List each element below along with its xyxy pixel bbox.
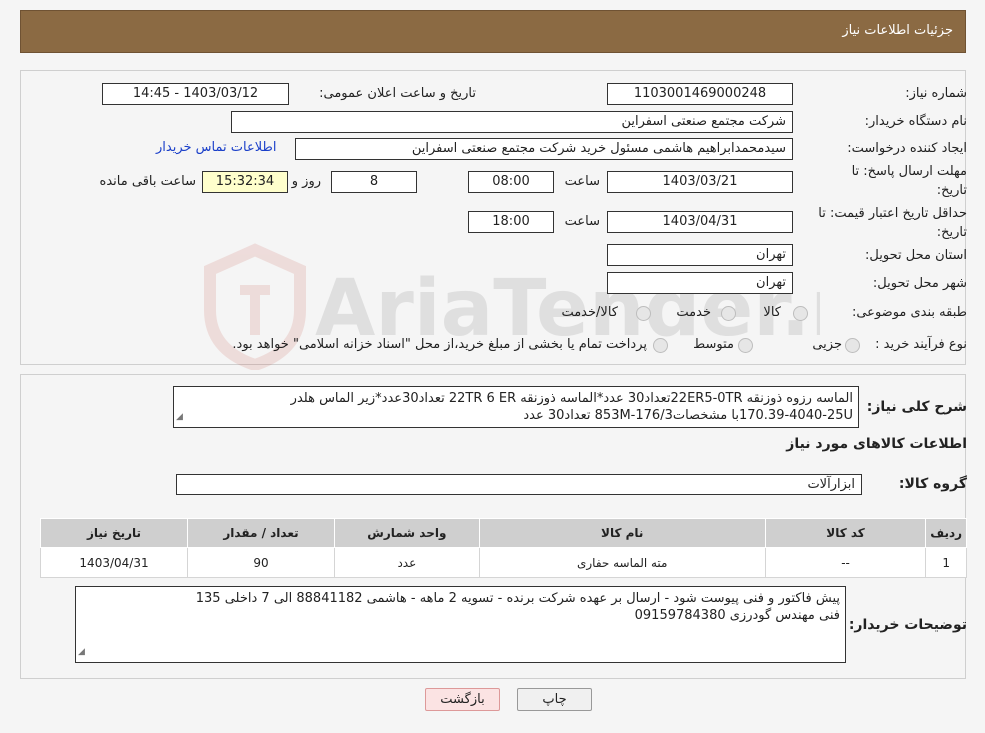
buyer-org-field[interactable]: شرکت مجتمع صنعتی اسفراین	[231, 111, 793, 133]
category-option-goods: کالا	[763, 305, 781, 320]
buyer-notes-label: توضیحات خریدار:	[848, 617, 967, 633]
province-label: استان محل تحویل:	[865, 248, 967, 263]
need-number-label: شماره نیاز:	[905, 86, 967, 101]
announce-date-label: تاریخ و ساعت اعلان عمومی:	[319, 86, 476, 101]
col-date-header: تاریخ نیاز	[39, 518, 189, 548]
goods-group-field[interactable]: ابزارآلات	[176, 474, 862, 495]
reply-deadline-label: مهلت ارسال پاسخ: تا	[851, 164, 967, 179]
city-field[interactable]: تهران	[607, 272, 793, 294]
buyer-notes-line-1: پیش فاکتور و فنی پیوست شود - ارسال بر عه…	[195, 591, 840, 606]
col-qty-header: تعداد / مقدار	[187, 518, 335, 548]
cell-unit: عدد	[333, 547, 480, 578]
reply-time-field[interactable]: 08:00	[468, 171, 554, 193]
cell-date: 1403/04/31	[39, 547, 189, 578]
buyer-notes-textarea[interactable]: پیش فاکتور و فنی پیوست شود - ارسال بر عه…	[75, 586, 846, 663]
goods-group-label: گروه کالا:	[898, 476, 967, 492]
cell-qty: 90	[187, 547, 335, 578]
print-button[interactable]: چاپ	[517, 688, 592, 711]
validity-date-field[interactable]: 1403/04/31	[607, 211, 793, 233]
city-label: شهر محل تحویل:	[872, 276, 967, 291]
creator-label: ایجاد کننده درخواست:	[847, 141, 967, 156]
category-label: طبقه بندی موضوعی:	[851, 305, 967, 320]
buyer-org-label: نام دستگاه خریدار:	[864, 114, 967, 129]
col-name-header: نام کالا	[478, 518, 766, 548]
process-option-minor: جزیی	[812, 337, 842, 352]
cell-name: مته الماسه حفاری	[478, 547, 766, 578]
cell-code: --	[764, 547, 927, 578]
category-radio-service[interactable]	[721, 306, 736, 321]
process-radio-treasury[interactable]	[653, 338, 668, 353]
col-row-header: ردیف	[925, 518, 967, 548]
table-row[interactable]: 1 -- مته الماسه حفاری عدد 90 1403/04/31	[39, 547, 967, 578]
resize-grip-icon[interactable]: ◢	[78, 644, 85, 661]
creator-field[interactable]: سیدمحمدابراهیم هاشمی مسئول خرید شرکت مجت…	[295, 138, 793, 160]
province-field[interactable]: تهران	[607, 244, 793, 266]
process-option-medium: متوسط	[693, 337, 734, 352]
col-unit-header: واحد شمارش	[333, 518, 480, 548]
remaining-time-label: ساعت باقی مانده	[99, 174, 196, 189]
table-header-row: ردیف کد کالا نام کالا واحد شمارش تعداد /…	[39, 518, 967, 548]
page-title: جزئیات اطلاعات نیاز	[842, 23, 953, 38]
reply-deadline-label-2: تاریخ:	[936, 183, 967, 198]
buyer-notes-line-2: فنی مهندس گودرزی 09159784380	[634, 608, 840, 623]
category-option-service: خدمت	[676, 305, 711, 320]
process-treasury-note: پرداخت تمام یا بخشی از مبلغ خرید،از محل …	[232, 337, 647, 352]
remaining-time-field[interactable]: 15:32:34	[202, 171, 288, 193]
back-button[interactable]: بازگشت	[425, 688, 500, 711]
process-radio-medium[interactable]	[738, 338, 753, 353]
price-validity-label-2: تاریخ:	[936, 225, 967, 240]
page-header: جزئیات اطلاعات نیاز	[20, 10, 966, 53]
summary-line-2: 170.39-4040-25Uبا مشخصات853M-176/3 تعداد…	[523, 408, 853, 423]
reply-time-label: ساعت	[564, 174, 600, 189]
category-radio-goods-service[interactable]	[636, 306, 651, 321]
reply-date-field[interactable]: 1403/03/21	[607, 171, 793, 193]
items-section-title: اطلاعات کالاهای مورد نیاز	[786, 436, 967, 452]
buyer-contact-link[interactable]: اطلاعات تماس خریدار	[156, 140, 276, 155]
validity-time-field[interactable]: 18:00	[468, 211, 554, 233]
summary-line-1: الماسه رزوه ذوزنقه 22ER5-0TRتعداد30 عدد*…	[290, 391, 853, 406]
category-radio-goods[interactable]	[793, 306, 808, 321]
validity-time-label: ساعت	[564, 214, 600, 229]
category-option-goods-service: کالا/خدمت	[561, 305, 618, 320]
price-validity-label: حداقل تاریخ اعتبار قیمت: تا	[818, 206, 967, 221]
need-number-field[interactable]: 1103001469000248	[607, 83, 793, 105]
summary-label: شرح کلی نیاز:	[866, 399, 967, 415]
items-table: ردیف کد کالا نام کالا واحد شمارش تعداد /…	[39, 518, 967, 578]
days-label: روز و	[291, 174, 321, 189]
process-radio-minor[interactable]	[845, 338, 860, 353]
summary-textarea[interactable]: الماسه رزوه ذوزنقه 22ER5-0TRتعداد30 عدد*…	[173, 386, 859, 428]
announce-date-field[interactable]: 1403/03/12 - 14:45	[102, 83, 289, 105]
col-code-header: کد کالا	[764, 518, 927, 548]
days-remaining-field[interactable]: 8	[331, 171, 417, 193]
cell-row: 1	[925, 547, 967, 578]
process-type-label: نوع فرآیند خرید :	[875, 337, 967, 352]
resize-grip-icon[interactable]: ◢	[176, 409, 183, 426]
